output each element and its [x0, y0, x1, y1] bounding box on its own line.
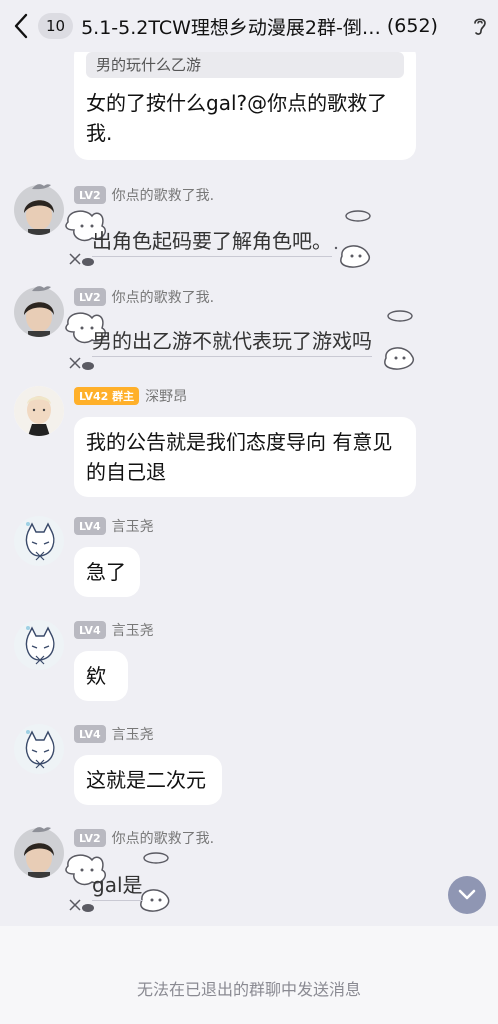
- level-badge: LV4: [74, 517, 106, 535]
- chat-title[interactable]: 5.1-5.2TCW理想乡动漫展2群-倒…: [81, 13, 381, 40]
- chevron-down-icon: [458, 889, 476, 900]
- sender-name[interactable]: 言玉尧: [112, 516, 154, 536]
- unread-count-badge[interactable]: 10: [38, 13, 74, 39]
- level-badge: LV42 群主: [74, 387, 140, 405]
- avatar[interactable]: [14, 516, 64, 566]
- avatar[interactable]: [14, 620, 64, 670]
- chat-header: 10 5.1-5.2TCW理想乡动漫展2群-倒… (652): [0, 0, 498, 52]
- back-button[interactable]: [4, 0, 38, 52]
- level-badge: LV4: [74, 621, 106, 639]
- message-text[interactable]: 男的出乙游不就代表玩了游戏吗: [92, 326, 372, 357]
- sender-row: LV4 言玉尧: [74, 620, 154, 640]
- bird-icon: [32, 827, 51, 833]
- message-text: 女的了按什么gal?@你点的歌救了我.: [86, 91, 388, 145]
- sender-name[interactable]: 你点的歌救了我.: [112, 287, 214, 307]
- level-badge: LV2: [74, 829, 106, 847]
- avatar[interactable]: [14, 287, 64, 337]
- message-bubble[interactable]: 急了: [74, 547, 140, 597]
- scroll-to-bottom-button[interactable]: [448, 876, 486, 914]
- sender-row: LV42 群主 深野昂: [74, 386, 187, 406]
- sender-row: LV4 言玉尧: [74, 724, 154, 744]
- input-disabled-bar: 无法在已退出的群聊中发送消息: [0, 926, 498, 1024]
- sender-row: LV2 你点的歌救了我.: [74, 287, 214, 307]
- avatar[interactable]: [14, 724, 64, 774]
- message-text[interactable]: 出角色起码要了解角色吧。: [92, 226, 332, 257]
- avatar[interactable]: [14, 828, 64, 878]
- message-bubble[interactable]: 我的公告就是我们态度导向 有意见的自己退: [74, 417, 416, 497]
- avatar[interactable]: [14, 386, 64, 436]
- avatar[interactable]: [14, 185, 64, 235]
- sender-name[interactable]: 你点的歌救了我.: [112, 185, 214, 205]
- message-bubble[interactable]: 欸: [74, 651, 128, 701]
- quoted-message[interactable]: 男的玩什么乙游: [86, 52, 404, 78]
- left-group-notice: 无法在已退出的群聊中发送消息: [136, 980, 361, 999]
- sender-name[interactable]: 言玉尧: [112, 620, 154, 640]
- chat-screen: 10 5.1-5.2TCW理想乡动漫展2群-倒… (652) 男的玩什么乙游 女…: [0, 0, 498, 1024]
- sender-row: LV4 言玉尧: [74, 516, 154, 536]
- member-count[interactable]: (652): [387, 15, 438, 37]
- level-badge: LV4: [74, 725, 106, 743]
- message-bubble[interactable]: 男的玩什么乙游 女的了按什么gal?@你点的歌救了我.: [74, 52, 416, 160]
- sender-name[interactable]: 你点的歌救了我.: [112, 828, 214, 848]
- level-badge: LV2: [74, 186, 106, 204]
- bird-icon: [32, 286, 51, 292]
- sender-row: LV2 你点的歌救了我.: [74, 185, 214, 205]
- message-list[interactable]: 男的玩什么乙游 女的了按什么gal?@你点的歌救了我. LV2 你点的歌救了我.: [0, 52, 498, 926]
- chevron-left-icon: [14, 13, 28, 39]
- sender-row: LV2 你点的歌救了我.: [74, 828, 214, 848]
- sender-name[interactable]: 深野昂: [145, 386, 187, 406]
- message-bubble[interactable]: 这就是二次元: [74, 755, 222, 805]
- ear-icon: [474, 18, 486, 35]
- sender-name[interactable]: 言玉尧: [112, 724, 154, 744]
- message-text[interactable]: gal是: [92, 870, 143, 901]
- bird-icon: [32, 184, 51, 190]
- level-badge: LV2: [74, 288, 106, 306]
- chat-settings-button[interactable]: [468, 12, 492, 40]
